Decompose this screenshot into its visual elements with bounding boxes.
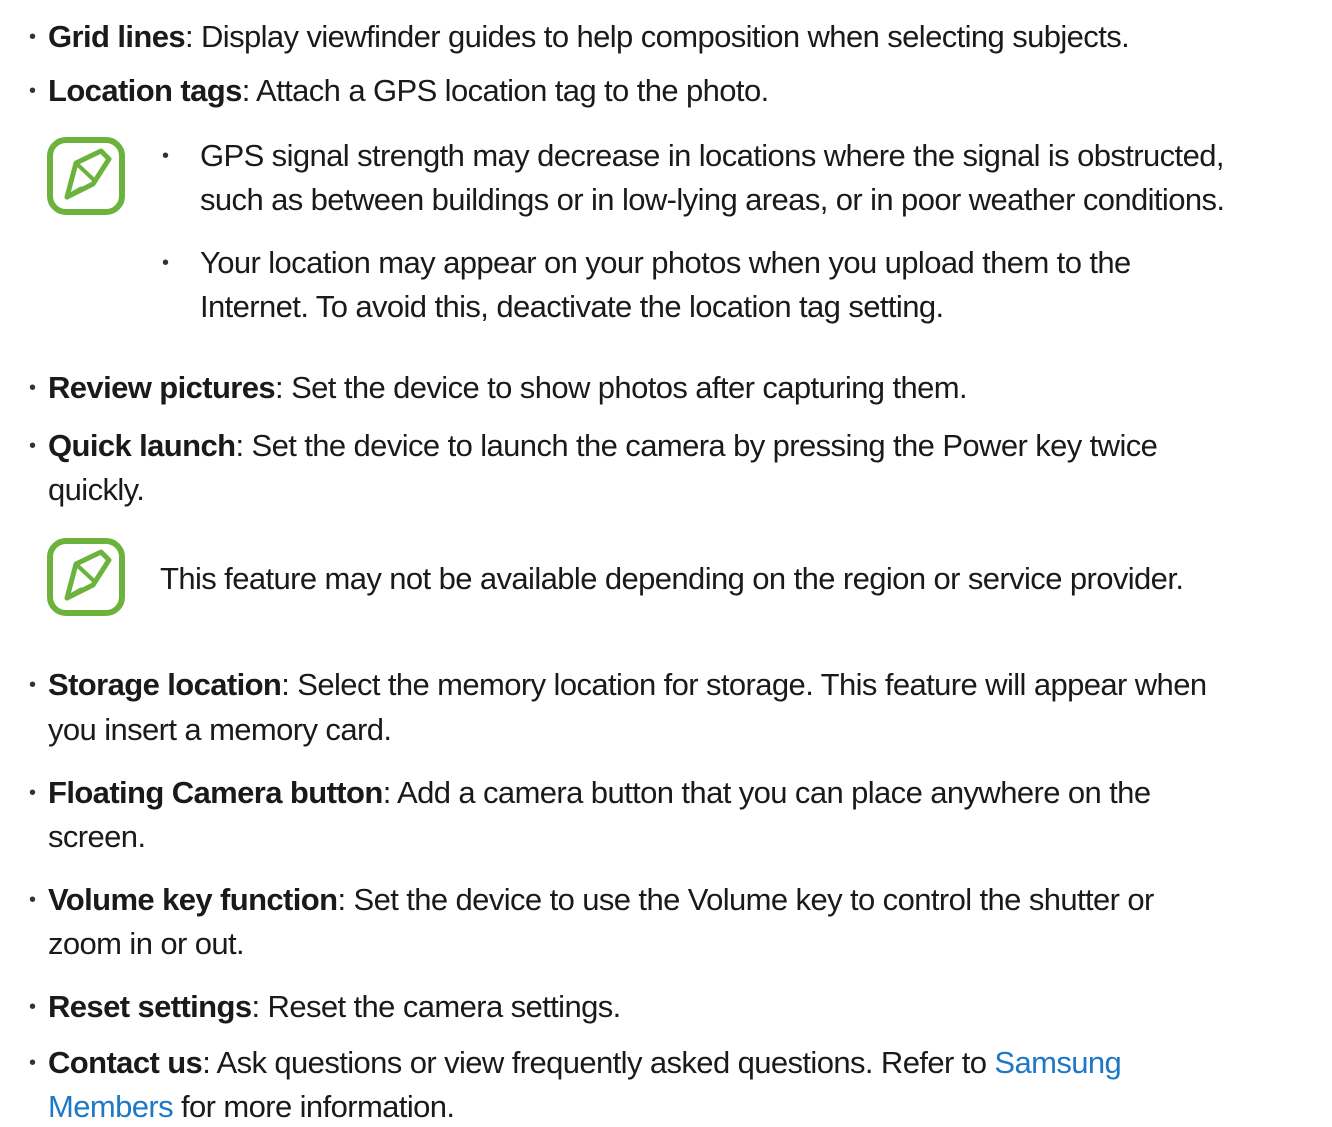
note-text: This feature may not be available depend… xyxy=(160,561,1184,596)
item-continuation: you insert a memory card. xyxy=(48,712,392,747)
bullet: • xyxy=(29,782,37,804)
item-term: Volume key function xyxy=(48,882,338,917)
item-term: Review pictures xyxy=(48,370,276,405)
item-desc: : Reset the camera settings. xyxy=(251,989,622,1024)
list-item-grid-lines: Grid lines: Display viewfinder guides to… xyxy=(48,17,1130,57)
item-continuation: quickly. xyxy=(48,472,145,507)
item-desc: : Select the memory location for storage… xyxy=(281,667,1207,702)
bullet: • xyxy=(29,996,37,1018)
item-desc: : Set the device to show photos after ca… xyxy=(275,370,968,405)
item-desc: : Set the device to launch the camera by… xyxy=(235,428,1158,463)
samsung-members-link[interactable]: Members xyxy=(48,1089,174,1124)
list-item-location-tags: Location tags: Attach a GPS location tag… xyxy=(48,71,769,111)
item-term: Quick launch xyxy=(48,428,236,463)
list-item-floating-camera-button: Floating Camera button: Add a camera but… xyxy=(48,773,1151,813)
note-line: Your location may appear on your photos … xyxy=(200,245,1131,280)
item-term: Contact us xyxy=(48,1045,203,1080)
note-bullet: • xyxy=(162,145,170,167)
item-desc: : Set the device to use the Volume key t… xyxy=(337,882,1154,917)
item-continuation: Members for more information. xyxy=(48,1087,455,1127)
bullet: • xyxy=(29,1052,37,1074)
bullet: • xyxy=(29,377,37,399)
list-item-storage-location: Storage location: Select the memory loca… xyxy=(48,665,1207,705)
item-continuation-text: for more information. xyxy=(173,1089,455,1124)
item-term: Location tags xyxy=(48,73,242,108)
note-line: such as between buildings or in low-lyin… xyxy=(200,182,1225,217)
item-continuation: zoom in or out. xyxy=(48,926,245,961)
bullet: • xyxy=(29,80,37,102)
bullet: • xyxy=(29,435,37,457)
note-bullet: • xyxy=(162,252,170,274)
item-term: Floating Camera button xyxy=(48,775,383,810)
list-item-quick-launch: Quick launch: Set the device to launch t… xyxy=(48,426,1158,466)
item-desc: : Ask questions or view frequently asked… xyxy=(202,1045,995,1080)
note-pencil-icon xyxy=(47,538,125,616)
item-desc: : Display viewfinder guides to help comp… xyxy=(184,19,1130,54)
note-line: Internet. To avoid this, deactivate the … xyxy=(200,289,944,324)
item-term: Storage location xyxy=(48,667,282,702)
note-pencil-icon xyxy=(47,137,125,215)
list-item-contact-us: Contact us: Ask questions or view freque… xyxy=(48,1043,1122,1083)
list-item-review-pictures: Review pictures: Set the device to show … xyxy=(48,368,968,408)
note-line: GPS signal strength may decrease in loca… xyxy=(200,138,1224,173)
list-item-volume-key-function: Volume key function: Set the device to u… xyxy=(48,880,1154,920)
bullet: • xyxy=(29,26,37,48)
item-desc: : Attach a GPS location tag to the photo… xyxy=(241,73,769,108)
list-item-reset-settings: Reset settings: Reset the camera setting… xyxy=(48,987,621,1027)
item-continuation: screen. xyxy=(48,819,146,854)
item-term: Reset settings xyxy=(48,989,252,1024)
bullet: • xyxy=(29,674,37,696)
bullet: • xyxy=(29,889,37,911)
item-term: Grid lines xyxy=(48,19,186,54)
samsung-members-link[interactable]: Samsung xyxy=(994,1045,1121,1080)
item-desc: : Add a camera button that you can place… xyxy=(382,775,1151,810)
